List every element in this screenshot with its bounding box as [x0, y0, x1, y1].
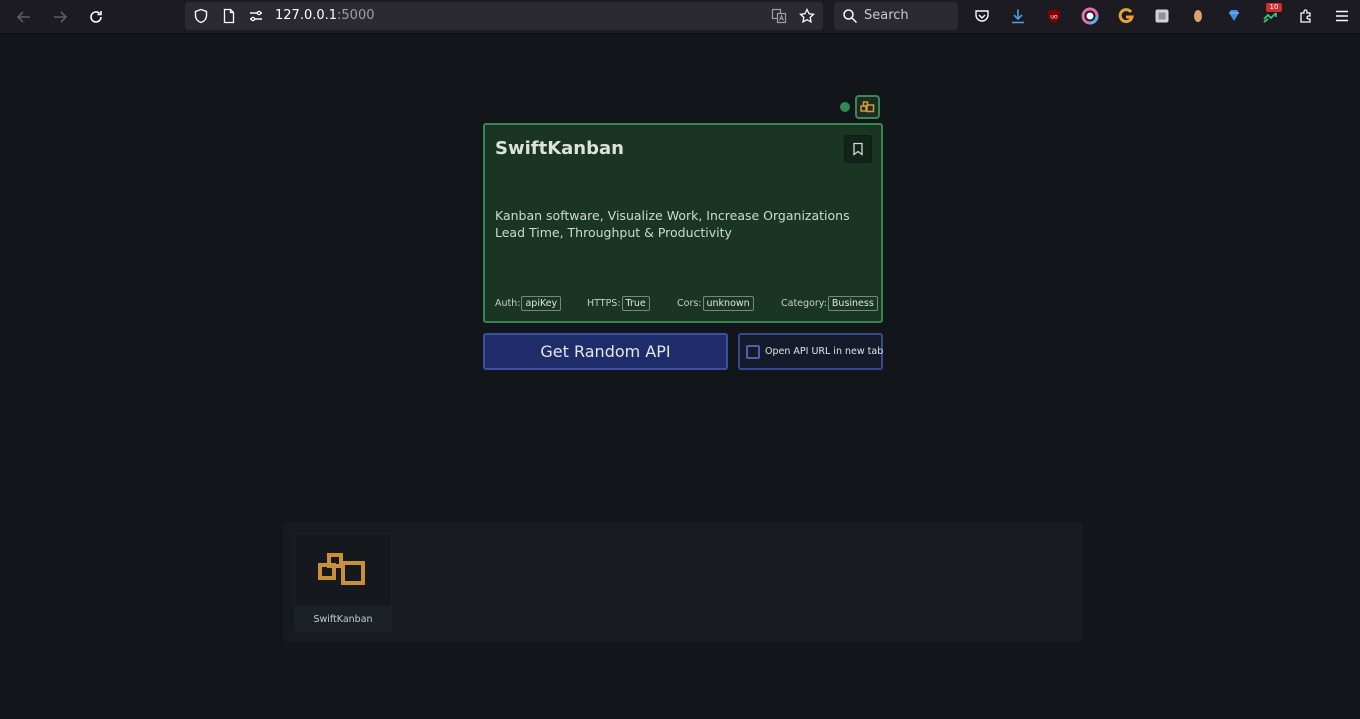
extension-box-icon[interactable] — [1152, 6, 1172, 26]
history-panel: SwiftKanban — [283, 522, 1083, 642]
category-label: Category: — [781, 298, 827, 309]
open-new-tab-option[interactable]: Open API URL in new tab — [738, 333, 883, 370]
menu-icon[interactable] — [1332, 6, 1352, 26]
get-random-api-button[interactable]: Get Random API — [483, 333, 728, 370]
gem-icon[interactable] — [1224, 6, 1244, 26]
search-icon — [842, 8, 858, 28]
color-ring-icon[interactable] — [1080, 6, 1100, 26]
api-title: SwiftKanban — [495, 138, 624, 159]
auth-meta: Auth: apiKey — [495, 296, 562, 311]
cors-value: unknown — [702, 296, 754, 311]
open-new-tab-label: Open API URL in new tab — [765, 346, 884, 357]
https-meta: HTTPS: True — [587, 296, 650, 311]
api-card: SwiftKanban Kanban software, Visualize W… — [483, 123, 883, 323]
history-item-label: SwiftKanban — [313, 614, 373, 625]
cors-label: Cors: — [677, 298, 702, 309]
forward-button[interactable] — [48, 5, 72, 29]
bookmark-icon — [853, 142, 863, 156]
notification-badge: 10 — [1266, 3, 1282, 12]
page-icon — [221, 8, 237, 24]
status-indicator — [840, 102, 850, 112]
open-new-tab-checkbox[interactable] — [746, 344, 760, 359]
swiftkanban-logo-icon — [318, 553, 365, 585]
browser-toolbar: 127.0.0.1:5000 Search uo 10 — [0, 0, 1360, 34]
arrow-left-icon — [16, 11, 30, 23]
auth-value: apiKey — [521, 296, 562, 311]
logo-button[interactable] — [855, 95, 880, 119]
pocket-icon[interactable] — [972, 6, 992, 26]
api-description: Kanban software, Visualize Work, Increas… — [495, 208, 850, 240]
svg-text:uo: uo — [1050, 14, 1058, 21]
star-icon[interactable] — [799, 7, 815, 24]
search-box[interactable]: Search — [834, 2, 958, 30]
history-thumbnail — [295, 534, 391, 606]
auth-label: Auth: — [495, 298, 521, 309]
reload-icon — [90, 11, 102, 23]
extensions-puzzle-icon[interactable] — [1296, 6, 1316, 26]
back-button[interactable] — [12, 5, 36, 29]
shield-icon[interactable] — [193, 8, 209, 24]
cors-meta: Cors: unknown — [677, 296, 754, 311]
extension-g-icon[interactable] — [1116, 6, 1136, 26]
https-value: True — [621, 296, 650, 311]
arrow-right-icon — [54, 11, 68, 23]
download-icon[interactable] — [1008, 6, 1028, 26]
app-logo-icon — [860, 101, 875, 113]
category-meta: Category: Business — [781, 296, 878, 311]
search-placeholder: Search — [864, 8, 909, 23]
url-text[interactable]: 127.0.0.1:5000 — [275, 8, 375, 23]
bookmark-button[interactable] — [844, 135, 872, 163]
reload-button[interactable] — [84, 5, 108, 29]
site-settings-icon[interactable] — [248, 8, 264, 24]
https-label: HTTPS: — [587, 298, 621, 309]
translate-icon[interactable] — [771, 8, 787, 24]
ublock-icon[interactable]: uo — [1044, 6, 1064, 26]
address-bar[interactable]: 127.0.0.1:5000 — [185, 2, 823, 30]
history-item[interactable]: SwiftKanban — [294, 533, 392, 632]
extension-capsule-icon[interactable] — [1188, 6, 1208, 26]
category-value: Business — [827, 296, 878, 311]
